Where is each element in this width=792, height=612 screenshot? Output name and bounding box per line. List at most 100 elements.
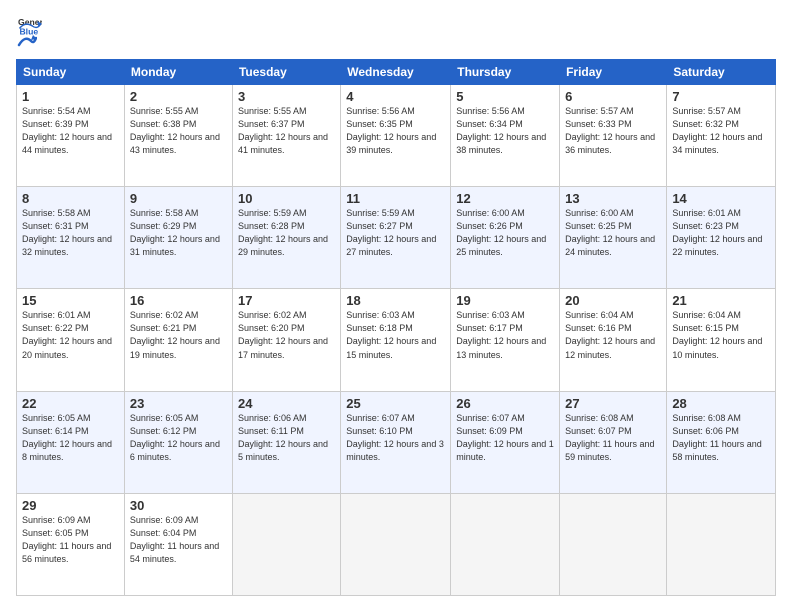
day-number: 11 xyxy=(346,191,445,206)
logo: General Blue xyxy=(16,16,42,49)
day-number: 21 xyxy=(672,293,770,308)
day-number: 26 xyxy=(456,396,554,411)
day-number: 12 xyxy=(456,191,554,206)
day-info: Sunrise: 6:07 AMSunset: 6:09 PMDaylight:… xyxy=(456,413,554,462)
day-info: Sunrise: 6:00 AMSunset: 6:25 PMDaylight:… xyxy=(565,208,655,257)
calendar-cell: 2 Sunrise: 5:55 AMSunset: 6:38 PMDaylight… xyxy=(124,85,232,187)
day-number: 22 xyxy=(22,396,119,411)
day-number: 10 xyxy=(238,191,335,206)
day-number: 30 xyxy=(130,498,227,513)
day-info: Sunrise: 6:01 AMSunset: 6:23 PMDaylight:… xyxy=(672,208,762,257)
calendar-cell: 21 Sunrise: 6:04 AMSunset: 6:15 PMDayligh… xyxy=(667,289,776,391)
day-number: 20 xyxy=(565,293,661,308)
calendar-cell: 19 Sunrise: 6:03 AMSunset: 6:17 PMDayligh… xyxy=(451,289,560,391)
calendar-cell: 3 Sunrise: 5:55 AMSunset: 6:37 PMDaylight… xyxy=(232,85,340,187)
day-number: 2 xyxy=(130,89,227,104)
day-info: Sunrise: 5:56 AMSunset: 6:34 PMDaylight:… xyxy=(456,106,546,155)
day-number: 4 xyxy=(346,89,445,104)
table-row: 1 Sunrise: 5:54 AMSunset: 6:39 PMDaylight… xyxy=(17,85,776,187)
calendar-cell: 18 Sunrise: 6:03 AMSunset: 6:18 PMDayligh… xyxy=(341,289,451,391)
calendar-cell: 26 Sunrise: 6:07 AMSunset: 6:09 PMDayligh… xyxy=(451,391,560,493)
day-info: Sunrise: 6:02 AMSunset: 6:21 PMDaylight:… xyxy=(130,310,220,359)
calendar-cell: 17 Sunrise: 6:02 AMSunset: 6:20 PMDayligh… xyxy=(232,289,340,391)
calendar-cell: 12Sunrise: 6:00 AMSunset: 6:26 PMDayligh… xyxy=(451,187,560,289)
day-info: Sunrise: 5:57 AMSunset: 6:33 PMDaylight:… xyxy=(565,106,655,155)
col-friday: Friday xyxy=(560,60,667,85)
calendar-cell: 13 Sunrise: 6:00 AMSunset: 6:25 PMDayligh… xyxy=(560,187,667,289)
day-number: 13 xyxy=(565,191,661,206)
col-tuesday: Tuesday xyxy=(232,60,340,85)
calendar-cell: 22 Sunrise: 6:05 AMSunset: 6:14 PMDayligh… xyxy=(17,391,125,493)
day-number: 23 xyxy=(130,396,227,411)
header: General Blue xyxy=(16,16,776,49)
day-info: Sunrise: 5:57 AMSunset: 6:32 PMDaylight:… xyxy=(672,106,762,155)
day-number: 15 xyxy=(22,293,119,308)
calendar-cell: 7 Sunrise: 5:57 AMSunset: 6:32 PMDaylight… xyxy=(667,85,776,187)
day-number: 18 xyxy=(346,293,445,308)
day-info: Sunrise: 5:56 AMSunset: 6:35 PMDaylight:… xyxy=(346,106,436,155)
day-info: Sunrise: 5:55 AMSunset: 6:37 PMDaylight:… xyxy=(238,106,328,155)
day-number: 1 xyxy=(22,89,119,104)
day-info: Sunrise: 6:05 AMSunset: 6:12 PMDaylight:… xyxy=(130,413,220,462)
calendar-cell: 11Sunrise: 5:59 AMSunset: 6:27 PMDayligh… xyxy=(341,187,451,289)
calendar-cell: 6 Sunrise: 5:57 AMSunset: 6:33 PMDaylight… xyxy=(560,85,667,187)
day-info: Sunrise: 6:03 AMSunset: 6:17 PMDaylight:… xyxy=(456,310,546,359)
day-number: 5 xyxy=(456,89,554,104)
day-number: 28 xyxy=(672,396,770,411)
calendar-cell: 25 Sunrise: 6:07 AMSunset: 6:10 PMDayligh… xyxy=(341,391,451,493)
day-number: 29 xyxy=(22,498,119,513)
table-row: 15 Sunrise: 6:01 AMSunset: 6:22 PMDayligh… xyxy=(17,289,776,391)
calendar-cell xyxy=(667,493,776,595)
day-info: Sunrise: 6:09 AMSunset: 6:04 PMDaylight:… xyxy=(130,515,219,564)
day-info: Sunrise: 5:54 AMSunset: 6:39 PMDaylight:… xyxy=(22,106,112,155)
calendar-cell: 5 Sunrise: 5:56 AMSunset: 6:34 PMDaylight… xyxy=(451,85,560,187)
calendar-cell: 20 Sunrise: 6:04 AMSunset: 6:16 PMDayligh… xyxy=(560,289,667,391)
calendar-cell xyxy=(560,493,667,595)
col-saturday: Saturday xyxy=(667,60,776,85)
calendar-cell: 15 Sunrise: 6:01 AMSunset: 6:22 PMDayligh… xyxy=(17,289,125,391)
table-row: 29 Sunrise: 6:09 AMSunset: 6:05 PMDayligh… xyxy=(17,493,776,595)
day-info: Sunrise: 6:05 AMSunset: 6:14 PMDaylight:… xyxy=(22,413,112,462)
day-info: Sunrise: 6:09 AMSunset: 6:05 PMDaylight:… xyxy=(22,515,111,564)
day-info: Sunrise: 5:58 AMSunset: 6:31 PMDaylight:… xyxy=(22,208,112,257)
calendar-cell xyxy=(451,493,560,595)
day-number: 14 xyxy=(672,191,770,206)
logo-block: General Blue xyxy=(16,16,42,49)
day-number: 19 xyxy=(456,293,554,308)
calendar-cell: 23 Sunrise: 6:05 AMSunset: 6:12 PMDayligh… xyxy=(124,391,232,493)
day-info: Sunrise: 5:59 AMSunset: 6:28 PMDaylight:… xyxy=(238,208,328,257)
col-sunday: Sunday xyxy=(17,60,125,85)
calendar-cell: 24Sunrise: 6:06 AMSunset: 6:11 PMDayligh… xyxy=(232,391,340,493)
calendar-cell xyxy=(232,493,340,595)
calendar-cell: 14 Sunrise: 6:01 AMSunset: 6:23 PMDayligh… xyxy=(667,187,776,289)
day-info: Sunrise: 6:08 AMSunset: 6:07 PMDaylight:… xyxy=(565,413,654,462)
day-number: 16 xyxy=(130,293,227,308)
day-number: 27 xyxy=(565,396,661,411)
day-number: 3 xyxy=(238,89,335,104)
day-number: 6 xyxy=(565,89,661,104)
day-number: 8 xyxy=(22,191,119,206)
day-info: Sunrise: 6:07 AMSunset: 6:10 PMDaylight:… xyxy=(346,413,444,462)
calendar-cell: 8 Sunrise: 5:58 AMSunset: 6:31 PMDaylight… xyxy=(17,187,125,289)
day-info: Sunrise: 6:02 AMSunset: 6:20 PMDaylight:… xyxy=(238,310,328,359)
calendar-cell: 9Sunrise: 5:58 AMSunset: 6:29 PMDaylight… xyxy=(124,187,232,289)
calendar-cell xyxy=(341,493,451,595)
col-wednesday: Wednesday xyxy=(341,60,451,85)
day-info: Sunrise: 6:06 AMSunset: 6:11 PMDaylight:… xyxy=(238,413,328,462)
table-row: 22 Sunrise: 6:05 AMSunset: 6:14 PMDayligh… xyxy=(17,391,776,493)
day-info: Sunrise: 6:04 AMSunset: 6:15 PMDaylight:… xyxy=(672,310,762,359)
day-info: Sunrise: 5:55 AMSunset: 6:38 PMDaylight:… xyxy=(130,106,220,155)
calendar-cell: 4 Sunrise: 5:56 AMSunset: 6:35 PMDaylight… xyxy=(341,85,451,187)
day-number: 25 xyxy=(346,396,445,411)
day-info: Sunrise: 6:01 AMSunset: 6:22 PMDaylight:… xyxy=(22,310,112,359)
day-number: 17 xyxy=(238,293,335,308)
day-info: Sunrise: 6:04 AMSunset: 6:16 PMDaylight:… xyxy=(565,310,655,359)
calendar-cell: 27 Sunrise: 6:08 AMSunset: 6:07 PMDayligh… xyxy=(560,391,667,493)
logo-arrow-icon xyxy=(17,33,37,49)
day-number: 7 xyxy=(672,89,770,104)
day-number: 9 xyxy=(130,191,227,206)
calendar-cell: 28 Sunrise: 6:08 AMSunset: 6:06 PMDayligh… xyxy=(667,391,776,493)
day-info: Sunrise: 6:08 AMSunset: 6:06 PMDaylight:… xyxy=(672,413,761,462)
calendar-cell: 10 Sunrise: 5:59 AMSunset: 6:28 PMDayligh… xyxy=(232,187,340,289)
day-info: Sunrise: 6:03 AMSunset: 6:18 PMDaylight:… xyxy=(346,310,436,359)
